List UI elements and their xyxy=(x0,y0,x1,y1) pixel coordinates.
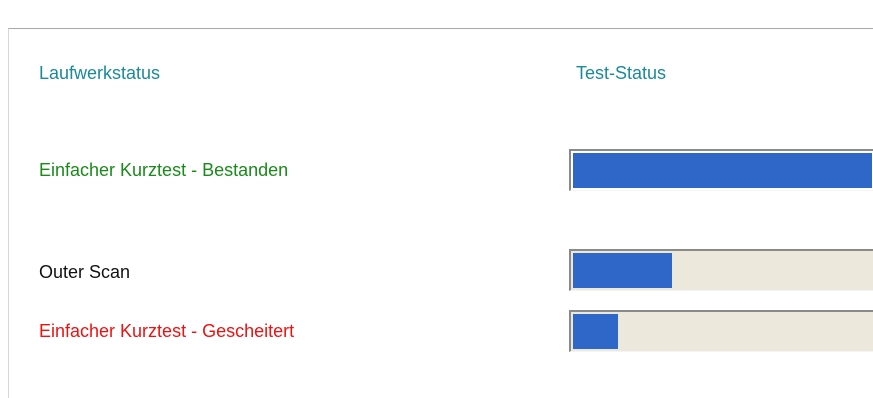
row-label-outer-scan: Outer Scan xyxy=(39,262,131,282)
test-status-header: Test-Status xyxy=(576,63,667,83)
progress-bar-short-test-failed xyxy=(569,310,873,352)
top-strip xyxy=(0,0,873,28)
progress-fill xyxy=(573,314,618,349)
progress-bar-short-test-passed xyxy=(569,149,873,191)
row-label-short-test-failed: Einfacher Kurztest - Gescheitert xyxy=(39,321,295,341)
drive-status-header: Laufwerkstatus xyxy=(39,63,161,83)
progress-fill xyxy=(573,253,672,288)
row-label-short-test-passed: Einfacher Kurztest - Bestanden xyxy=(39,160,289,180)
drive-test-panel: Laufwerkstatus Test-Status Einfacher Kur… xyxy=(8,28,873,398)
progress-fill xyxy=(573,153,872,188)
progress-bar-outer-scan xyxy=(569,249,873,291)
